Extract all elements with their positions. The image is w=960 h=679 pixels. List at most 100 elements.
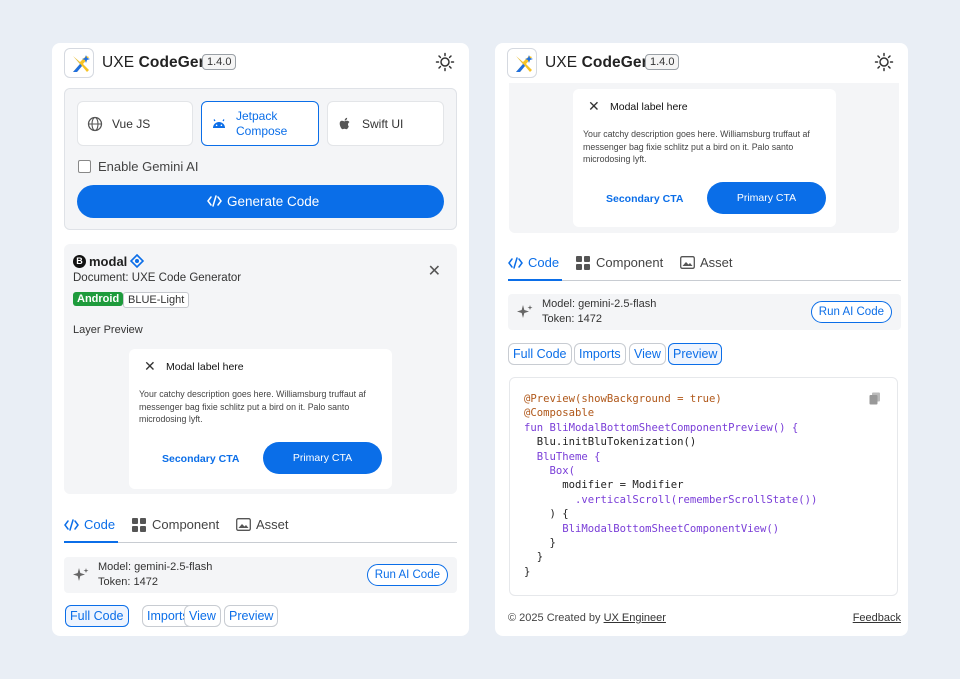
tab-label: Component (152, 517, 220, 532)
version-badge: 1.4.0 (202, 54, 237, 70)
model-name: Model: gemini-2.5-flash (98, 561, 213, 573)
code-line: @Preview(showBackground = true) (524, 393, 722, 405)
component-diamond-icon (130, 254, 144, 268)
tab-label: Code (84, 517, 116, 532)
tab-label: Component (596, 255, 664, 270)
framework-label: Vue JS (112, 117, 151, 131)
framework-card: Vue JS Jetpack Compose Swift UI Enable Ge… (64, 88, 457, 230)
primary-cta: Primary CTA (707, 182, 826, 214)
component-info-card: B modal Document: UXE Code Generator ✕ A… (64, 244, 457, 494)
tab-bar: Code Component Asset (508, 251, 901, 281)
code-icon (508, 257, 523, 269)
tab-asset[interactable]: Asset (236, 515, 296, 543)
framework-swift-button[interactable]: Swift UI (327, 101, 444, 146)
theme-tag: BLUE-Light (123, 292, 190, 308)
document-name: Document: UXE Code Generator (73, 272, 242, 284)
tab-component[interactable]: Component (132, 515, 222, 543)
code-line: } (524, 565, 531, 578)
code-icon (64, 519, 79, 531)
token-count: Token: 1472 (542, 313, 602, 325)
code-line: ) { (524, 508, 569, 521)
modal-preview: ✕ Modal label here Your catchy descripti… (573, 89, 836, 227)
run-ai-code-button[interactable]: Run AI Code (366, 564, 448, 586)
layer-preview-label: Layer Preview (73, 324, 143, 336)
framework-label: Jetpack Compose (236, 109, 288, 138)
grid-icon (132, 518, 146, 532)
author-link[interactable]: UX Engineer (604, 612, 666, 624)
model-row: Model: gemini-2.5-flash Token: 1472 Run … (508, 294, 901, 330)
tab-component[interactable]: Component (576, 253, 666, 281)
left-panel: UXE CodeGen 1.4.0 Vue JS Jetpack Compose… (52, 43, 469, 636)
image-icon (680, 256, 695, 269)
sun-icon[interactable] (435, 52, 455, 72)
framework-jetpack-button[interactable]: Jetpack Compose (201, 101, 319, 146)
modal-description: Your catchy description goes here. Willi… (583, 129, 810, 164)
sparkle-icon (73, 568, 89, 581)
app-header: UXE CodeGen 1.4.0 (52, 43, 469, 81)
code-line: BliModalBottomSheetComponentView() (524, 522, 780, 535)
code-viewer[interactable]: @Preview(showBackground = true) @Composa… (509, 377, 898, 596)
chip-preview[interactable]: Preview (668, 343, 723, 365)
feedback-link[interactable]: Feedback (853, 612, 901, 624)
code-line: @Composable (524, 407, 595, 420)
close-icon[interactable]: ✕ (428, 261, 441, 281)
app-title: UXE CodeGen (102, 54, 209, 71)
chip-view[interactable]: View (629, 343, 666, 365)
globe-icon (87, 116, 103, 132)
modal-title: Modal label here (610, 101, 688, 113)
chip-full-code[interactable]: Full Code (65, 605, 129, 627)
chip-view[interactable]: View (184, 605, 221, 627)
code-block: @Preview(showBackground = true) @Composa… (524, 392, 817, 579)
layer-preview-area: ✕ Modal label here Your catchy descripti… (509, 83, 899, 233)
app-logo (507, 48, 537, 78)
platform-tag: Android (73, 292, 124, 306)
sparkle-icon (517, 305, 533, 318)
code-line: Box( (524, 465, 576, 478)
component-name: modal (89, 254, 128, 269)
copy-icon[interactable] (869, 392, 881, 405)
code-line: } (524, 537, 556, 550)
tab-bar: Code Component Asset (64, 513, 457, 543)
chip-full-code[interactable]: Full Code (508, 343, 572, 365)
gemini-checkbox-label: Enable Gemini AI (98, 159, 199, 174)
tab-label: Asset (256, 517, 289, 532)
sun-icon[interactable] (874, 52, 894, 72)
secondary-cta: Secondary CTA (606, 193, 684, 205)
apple-icon (339, 117, 350, 130)
android-icon (213, 119, 225, 128)
gemini-checkbox[interactable] (78, 160, 91, 173)
modal-preview: ✕ Modal label here Your catchy descripti… (129, 349, 392, 489)
close-icon: ✕ (588, 98, 600, 114)
close-icon: ✕ (144, 358, 156, 374)
image-icon (236, 518, 251, 531)
version-badge: 1.4.0 (645, 54, 680, 70)
right-panel: UXE CodeGen 1.4.0 ✕ Modal label here You… (495, 43, 908, 636)
tab-asset[interactable]: Asset (680, 253, 740, 281)
code-icon (207, 195, 222, 207)
modal-description: Your catchy description goes here. Willi… (139, 389, 366, 424)
code-line: .verticalScroll(rememberScrollState()) (524, 493, 818, 506)
tab-code[interactable]: Code (64, 515, 118, 543)
tab-label: Asset (700, 255, 733, 270)
code-line: } (524, 551, 544, 564)
code-line: BluTheme { (524, 450, 601, 463)
app-logo (64, 48, 94, 78)
code-line: fun BliModalBottomSheetComponentPreview(… (524, 421, 799, 434)
generate-code-label: Generate Code (227, 194, 320, 209)
copyright-text: © 2025 Created by (508, 612, 604, 624)
generate-code-button[interactable]: Generate Code (77, 185, 444, 218)
tab-code[interactable]: Code (508, 253, 562, 281)
framework-vue-button[interactable]: Vue JS (77, 101, 193, 146)
app-header: UXE CodeGen 1.4.0 (495, 43, 908, 81)
run-ai-code-button[interactable]: Run AI Code (810, 301, 892, 323)
framework-label: Swift UI (362, 117, 404, 131)
model-row: Model: gemini-2.5-flash Token: 1472 Run … (64, 557, 457, 593)
secondary-cta: Secondary CTA (162, 453, 240, 465)
chip-imports[interactable]: Imports (574, 343, 626, 365)
model-name: Model: gemini-2.5-flash (542, 298, 657, 310)
grid-icon (576, 256, 590, 270)
modal-title: Modal label here (166, 361, 244, 373)
app-title: UXE CodeGen (545, 54, 652, 71)
code-line: modifier = Modifier (524, 479, 684, 492)
chip-preview[interactable]: Preview (224, 605, 279, 627)
